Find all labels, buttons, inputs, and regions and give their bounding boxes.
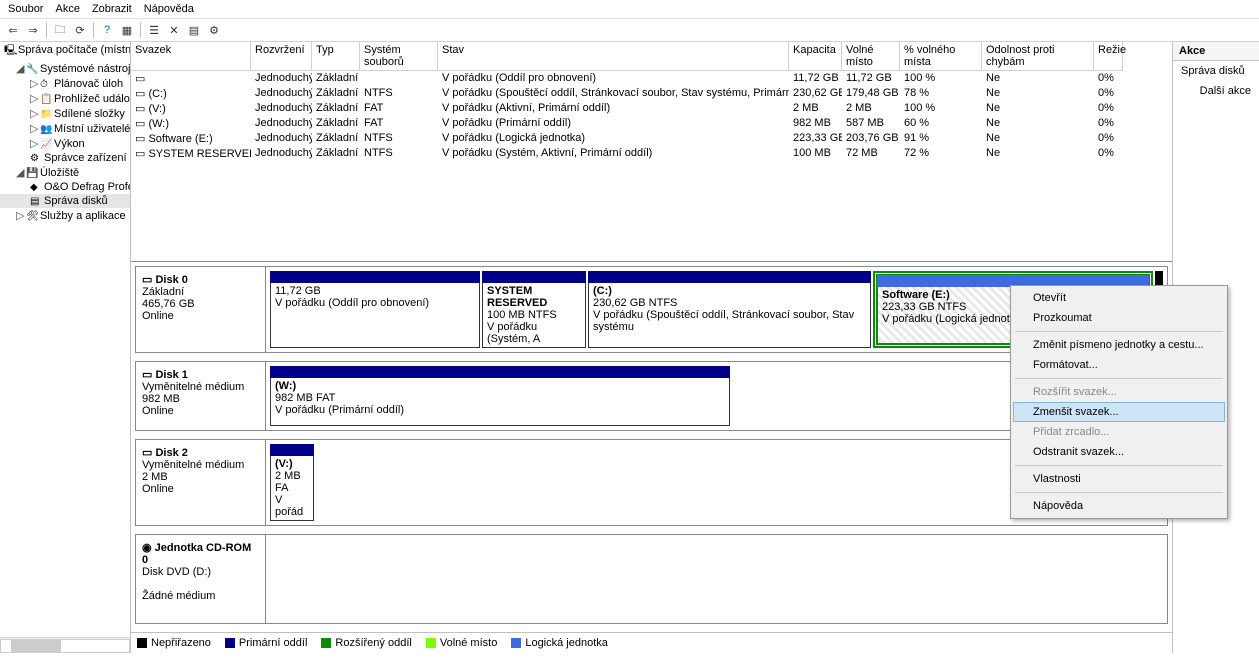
ctx-shrink[interactable]: Zmenšit svazek... [1013, 402, 1225, 422]
tree-perf[interactable]: ▷📈Výkon [0, 136, 130, 151]
col-type[interactable]: Typ [312, 42, 360, 71]
list-view-button[interactable]: ▦ [118, 21, 136, 39]
tree-users[interactable]: ▷👥Místní uživatelé a s [0, 121, 130, 136]
partition-v[interactable]: (V:) 2 MB FA V pořád [270, 444, 314, 521]
volume-list: Svazek Rozvržení Typ Systém souborů Stav… [131, 42, 1172, 262]
table-row[interactable]: ▭ Software (E:)JednoduchýZákladníNTFSV p… [131, 131, 1172, 146]
up-button[interactable]: 🗀 [51, 21, 69, 39]
table-row[interactable]: ▭ (C:)JednoduchýZákladníNTFSV pořádku (S… [131, 86, 1172, 101]
tree-root[interactable]: 🖳Správa počítače (místní) [0, 42, 130, 61]
actions-title: Akce [1173, 42, 1259, 61]
disk-size: 982 MB [142, 393, 259, 405]
tree-devmgr[interactable]: ⚙Správce zařízení [0, 151, 130, 165]
back-button[interactable]: ⇐ [4, 21, 22, 39]
properties-button[interactable]: ▤ [185, 21, 203, 39]
forward-button[interactable]: ⇒ [24, 21, 42, 39]
ctx-extend: Rozšířit svazek... [1013, 382, 1225, 402]
disk-status: Online [142, 310, 259, 322]
col-status[interactable]: Stav [438, 42, 789, 71]
col-free[interactable]: Volné místo [842, 42, 900, 71]
menu-help[interactable]: Nápověda [144, 3, 194, 15]
ctx-help[interactable]: Nápověda [1013, 496, 1225, 516]
tree-shared[interactable]: ▷📁Sdílené složky [0, 106, 130, 121]
disk-size: 465,76 GB [142, 298, 259, 310]
col-layout[interactable]: Rozvržení [251, 42, 312, 71]
ctx-delete[interactable]: Odstranit svazek... [1013, 442, 1225, 462]
tree-hscroll[interactable] [0, 637, 130, 653]
ctx-explore[interactable]: Prozkoumat [1013, 308, 1225, 328]
actions-more[interactable]: Další akce [1173, 81, 1259, 101]
refresh-button[interactable]: ⟳ [71, 21, 89, 39]
table-row[interactable]: ▭ (V:)JednoduchýZákladníFATV pořádku (Ak… [131, 101, 1172, 116]
disk-size: 2 MB [142, 471, 259, 483]
disk-icon: ▭ [142, 369, 152, 381]
menu-action[interactable]: Akce [55, 3, 79, 15]
tree-services[interactable]: ▷🛠Služby a aplikace [0, 208, 130, 223]
swatch-logical [511, 638, 521, 648]
swatch-extended [321, 638, 331, 648]
swatch-free [426, 638, 436, 648]
partition-system-reserved[interactable]: SYSTEM RESERVED 100 MB NTFS V pořádku (S… [482, 271, 586, 348]
list-header: Svazek Rozvržení Typ Systém souborů Stav… [131, 42, 1172, 71]
table-row[interactable]: ▭ (W:)JednoduchýZákladníFATV pořádku (Pr… [131, 116, 1172, 131]
actions-diskmgmt[interactable]: Správa disků [1173, 61, 1259, 81]
swatch-primary [225, 638, 235, 648]
settings-button[interactable]: ⚙ [205, 21, 223, 39]
menu-view[interactable]: Zobrazit [92, 3, 132, 15]
disk-type: Vyměnitelné médium [142, 459, 259, 471]
col-overhead[interactable]: Režie [1094, 42, 1123, 71]
disk-type: Disk DVD (D:) [142, 566, 259, 578]
ctx-props[interactable]: Vlastnosti [1013, 469, 1225, 489]
disk-type: Vyměnitelné médium [142, 381, 259, 393]
disk-icon: ▭ [142, 274, 152, 286]
legend: Nepřiřazeno Primární oddíl Rozšířený odd… [131, 632, 1172, 653]
menu-file[interactable]: Soubor [8, 3, 43, 15]
ctx-mirror: Přidat zrcadlo... [1013, 422, 1225, 442]
nav-tree: 🖳Správa počítače (místní) ◢🔧Systémové ná… [0, 42, 131, 653]
col-pct[interactable]: % volného místa [900, 42, 982, 71]
menubar: Soubor Akce Zobrazit Nápověda [0, 0, 1259, 19]
disk-status: Online [142, 483, 259, 495]
tree-storage[interactable]: ◢💾Úložiště [0, 165, 130, 180]
ctx-change-letter[interactable]: Změnit písmeno jednotky a cestu... [1013, 335, 1225, 355]
ctx-open[interactable]: Otevřít [1013, 288, 1225, 308]
tree-diskmgmt[interactable]: ▤Správa disků [0, 194, 130, 208]
delete-button[interactable]: ✕ [165, 21, 183, 39]
swatch-unallocated [137, 638, 147, 648]
tree-defrag[interactable]: ◆O&O Defrag Profe [0, 180, 130, 194]
help-button[interactable]: ? [98, 21, 116, 39]
disc-icon: ◉ [142, 542, 152, 554]
table-row[interactable]: ▭ JednoduchýZákladníV pořádku (Oddíl pro… [131, 71, 1172, 86]
tree-events[interactable]: ▷📋Prohlížeč událostí [0, 91, 130, 106]
tree-scheduler[interactable]: ▷⏱Plánovač úloh [0, 76, 130, 91]
tree-systools[interactable]: ◢🔧Systémové nástroje [0, 61, 130, 76]
partition-recovery[interactable]: 11,72 GB V pořádku (Oddíl pro obnovení) [270, 271, 480, 348]
disk-icon: ▭ [142, 447, 152, 459]
partition-c[interactable]: (C:) 230,62 GB NTFS V pořádku (Spouštěcí… [588, 271, 871, 348]
action-button[interactable]: ☰ [145, 21, 163, 39]
table-row[interactable]: ▭ SYSTEM RESERVED (I:)JednoduchýZákladní… [131, 146, 1172, 161]
disk-type: Základní [142, 286, 259, 298]
ctx-format[interactable]: Formátovat... [1013, 355, 1225, 375]
col-fault[interactable]: Odolnost proti chybám [982, 42, 1094, 71]
col-capacity[interactable]: Kapacita [789, 42, 842, 71]
cdrom-0: ◉ Jednotka CD-ROM 0 Disk DVD (D:) Žádné … [135, 534, 1168, 624]
col-volume[interactable]: Svazek [131, 42, 251, 71]
toolbar: ⇐ ⇒ 🗀 ⟳ ? ▦ ☰ ✕ ▤ ⚙ [0, 19, 1259, 42]
col-fs[interactable]: Systém souborů [360, 42, 438, 71]
context-menu: Otevřít Prozkoumat Změnit písmeno jednot… [1010, 285, 1228, 519]
disk-status: Žádné médium [142, 590, 259, 602]
disk-status: Online [142, 405, 259, 417]
partition-w[interactable]: (W:) 982 MB FAT V pořádku (Primární oddí… [270, 366, 730, 426]
